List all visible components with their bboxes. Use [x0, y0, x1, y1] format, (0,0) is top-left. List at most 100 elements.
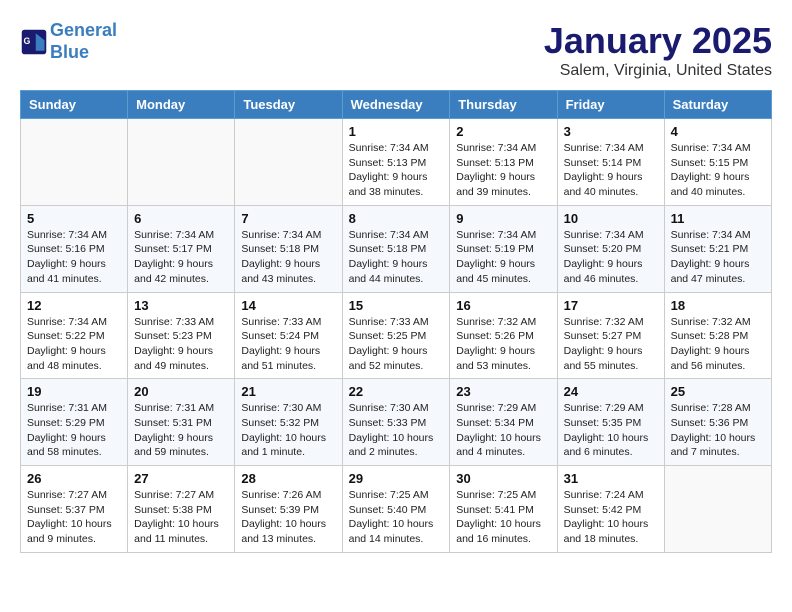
- day-info: Sunrise: 7:34 AM Sunset: 5:13 PM Dayligh…: [349, 141, 444, 200]
- day-number: 13: [134, 298, 228, 313]
- day-info: Sunrise: 7:33 AM Sunset: 5:24 PM Dayligh…: [241, 315, 335, 374]
- day-info: Sunrise: 7:31 AM Sunset: 5:29 PM Dayligh…: [27, 401, 121, 460]
- svg-text:G: G: [24, 35, 31, 45]
- day-number: 25: [671, 384, 765, 399]
- day-number: 29: [349, 471, 444, 486]
- day-info: Sunrise: 7:32 AM Sunset: 5:28 PM Dayligh…: [671, 315, 765, 374]
- calendar-cell: 31Sunrise: 7:24 AM Sunset: 5:42 PM Dayli…: [557, 466, 664, 553]
- weekday-header-row: SundayMondayTuesdayWednesdayThursdayFrid…: [21, 91, 772, 119]
- calendar-cell: 16Sunrise: 7:32 AM Sunset: 5:26 PM Dayli…: [450, 292, 557, 379]
- day-number: 1: [349, 124, 444, 139]
- calendar-subtitle: Salem, Virginia, United States: [544, 62, 772, 80]
- day-number: 17: [564, 298, 658, 313]
- header: G General Blue January 2025 Salem, Virgi…: [20, 20, 772, 80]
- day-info: Sunrise: 7:30 AM Sunset: 5:32 PM Dayligh…: [241, 401, 335, 460]
- day-number: 20: [134, 384, 228, 399]
- weekday-header-friday: Friday: [557, 91, 664, 119]
- logo-line2: Blue: [50, 42, 89, 62]
- day-number: 10: [564, 211, 658, 226]
- calendar-cell: 3Sunrise: 7:34 AM Sunset: 5:14 PM Daylig…: [557, 119, 664, 206]
- day-number: 8: [349, 211, 444, 226]
- calendar-cell: 14 Sunrise: 7:33 AM Sunset: 5:24 PM Dayli…: [235, 292, 342, 379]
- day-info: Sunrise: 7:31 AM Sunset: 5:31 PM Dayligh…: [134, 401, 228, 460]
- calendar-title: January 2025: [544, 20, 772, 62]
- day-number: 4: [671, 124, 765, 139]
- day-number: 24: [564, 384, 658, 399]
- calendar-cell: 21 Sunrise: 7:30 AM Sunset: 5:32 PM Dayli…: [235, 379, 342, 466]
- day-number: 26: [27, 471, 121, 486]
- day-info: Sunrise: 7:28 AM Sunset: 5:36 PM Dayligh…: [671, 401, 765, 460]
- calendar-cell: 9 Sunrise: 7:34 AM Sunset: 5:19 PM Daylig…: [450, 205, 557, 292]
- day-number: 23: [456, 384, 550, 399]
- day-info: Sunrise: 7:34 AM Sunset: 5:21 PM Dayligh…: [671, 228, 765, 287]
- day-number: 22: [349, 384, 444, 399]
- calendar-cell: 29 Sunrise: 7:25 AM Sunset: 5:40 PM Dayli…: [342, 466, 450, 553]
- day-number: 3: [564, 124, 658, 139]
- day-info: Sunrise: 7:34 AM Sunset: 5:13 PM Dayligh…: [456, 141, 550, 200]
- day-info: Sunrise: 7:34 AM Sunset: 5:16 PM Dayligh…: [27, 228, 121, 287]
- day-info: Sunrise: 7:27 AM Sunset: 5:38 PM Dayligh…: [134, 488, 228, 547]
- day-info: Sunrise: 7:34 AM Sunset: 5:17 PM Dayligh…: [134, 228, 228, 287]
- day-info: Sunrise: 7:34 AM Sunset: 5:20 PM Dayligh…: [564, 228, 658, 287]
- weekday-header-thursday: Thursday: [450, 91, 557, 119]
- day-number: 28: [241, 471, 335, 486]
- day-number: 9: [456, 211, 550, 226]
- weekday-header-tuesday: Tuesday: [235, 91, 342, 119]
- calendar-week-1: 1 Sunrise: 7:34 AM Sunset: 5:13 PM Daylig…: [21, 119, 772, 206]
- calendar-week-2: 5 Sunrise: 7:34 AM Sunset: 5:16 PM Daylig…: [21, 205, 772, 292]
- calendar-cell: 30Sunrise: 7:25 AM Sunset: 5:41 PM Dayli…: [450, 466, 557, 553]
- calendar-cell: [235, 119, 342, 206]
- day-info: Sunrise: 7:33 AM Sunset: 5:23 PM Dayligh…: [134, 315, 228, 374]
- calendar-cell: 7Sunrise: 7:34 AM Sunset: 5:18 PM Daylig…: [235, 205, 342, 292]
- day-number: 11: [671, 211, 765, 226]
- calendar-cell: 15 Sunrise: 7:33 AM Sunset: 5:25 PM Dayli…: [342, 292, 450, 379]
- logo-icon: G: [20, 28, 48, 56]
- day-info: Sunrise: 7:25 AM Sunset: 5:40 PM Dayligh…: [349, 488, 444, 547]
- day-number: 2: [456, 124, 550, 139]
- day-number: 16: [456, 298, 550, 313]
- weekday-header-wednesday: Wednesday: [342, 91, 450, 119]
- day-info: Sunrise: 7:30 AM Sunset: 5:33 PM Dayligh…: [349, 401, 444, 460]
- calendar-cell: 24 Sunrise: 7:29 AM Sunset: 5:35 PM Dayli…: [557, 379, 664, 466]
- day-number: 6: [134, 211, 228, 226]
- weekday-header-monday: Monday: [128, 91, 235, 119]
- day-info: Sunrise: 7:25 AM Sunset: 5:41 PM Dayligh…: [456, 488, 550, 547]
- calendar-cell: 17Sunrise: 7:32 AM Sunset: 5:27 PM Dayli…: [557, 292, 664, 379]
- calendar-week-5: 26 Sunrise: 7:27 AM Sunset: 5:37 PM Dayli…: [21, 466, 772, 553]
- day-info: Sunrise: 7:33 AM Sunset: 5:25 PM Dayligh…: [349, 315, 444, 374]
- calendar-cell: 23Sunrise: 7:29 AM Sunset: 5:34 PM Dayli…: [450, 379, 557, 466]
- day-info: Sunrise: 7:34 AM Sunset: 5:19 PM Dayligh…: [456, 228, 550, 287]
- day-number: 12: [27, 298, 121, 313]
- day-number: 19: [27, 384, 121, 399]
- calendar-cell: 25 Sunrise: 7:28 AM Sunset: 5:36 PM Dayli…: [664, 379, 771, 466]
- day-number: 14: [241, 298, 335, 313]
- day-info: Sunrise: 7:34 AM Sunset: 5:18 PM Dayligh…: [349, 228, 444, 287]
- logo-line1: General: [50, 20, 117, 40]
- day-number: 18: [671, 298, 765, 313]
- calendar-cell: 20 Sunrise: 7:31 AM Sunset: 5:31 PM Dayli…: [128, 379, 235, 466]
- calendar-cell: 26 Sunrise: 7:27 AM Sunset: 5:37 PM Dayli…: [21, 466, 128, 553]
- day-info: Sunrise: 7:29 AM Sunset: 5:35 PM Dayligh…: [564, 401, 658, 460]
- calendar-cell: [664, 466, 771, 553]
- calendar-cell: 1 Sunrise: 7:34 AM Sunset: 5:13 PM Daylig…: [342, 119, 450, 206]
- calendar-cell: 27 Sunrise: 7:27 AM Sunset: 5:38 PM Dayli…: [128, 466, 235, 553]
- calendar-cell: 5 Sunrise: 7:34 AM Sunset: 5:16 PM Daylig…: [21, 205, 128, 292]
- logo: G General Blue: [20, 20, 117, 63]
- day-info: Sunrise: 7:27 AM Sunset: 5:37 PM Dayligh…: [27, 488, 121, 547]
- calendar-cell: 12 Sunrise: 7:34 AM Sunset: 5:22 PM Dayli…: [21, 292, 128, 379]
- calendar-cell: [128, 119, 235, 206]
- calendar-cell: 8 Sunrise: 7:34 AM Sunset: 5:18 PM Daylig…: [342, 205, 450, 292]
- day-number: 27: [134, 471, 228, 486]
- calendar-table: SundayMondayTuesdayWednesdayThursdayFrid…: [20, 90, 772, 553]
- calendar-cell: 11 Sunrise: 7:34 AM Sunset: 5:21 PM Dayli…: [664, 205, 771, 292]
- day-number: 15: [349, 298, 444, 313]
- day-number: 31: [564, 471, 658, 486]
- calendar-cell: 2 Sunrise: 7:34 AM Sunset: 5:13 PM Daylig…: [450, 119, 557, 206]
- calendar-week-4: 19 Sunrise: 7:31 AM Sunset: 5:29 PM Dayli…: [21, 379, 772, 466]
- day-info: Sunrise: 7:34 AM Sunset: 5:15 PM Dayligh…: [671, 141, 765, 200]
- day-info: Sunrise: 7:34 AM Sunset: 5:22 PM Dayligh…: [27, 315, 121, 374]
- day-number: 7: [241, 211, 335, 226]
- calendar-cell: 10 Sunrise: 7:34 AM Sunset: 5:20 PM Dayli…: [557, 205, 664, 292]
- day-number: 5: [27, 211, 121, 226]
- day-number: 21: [241, 384, 335, 399]
